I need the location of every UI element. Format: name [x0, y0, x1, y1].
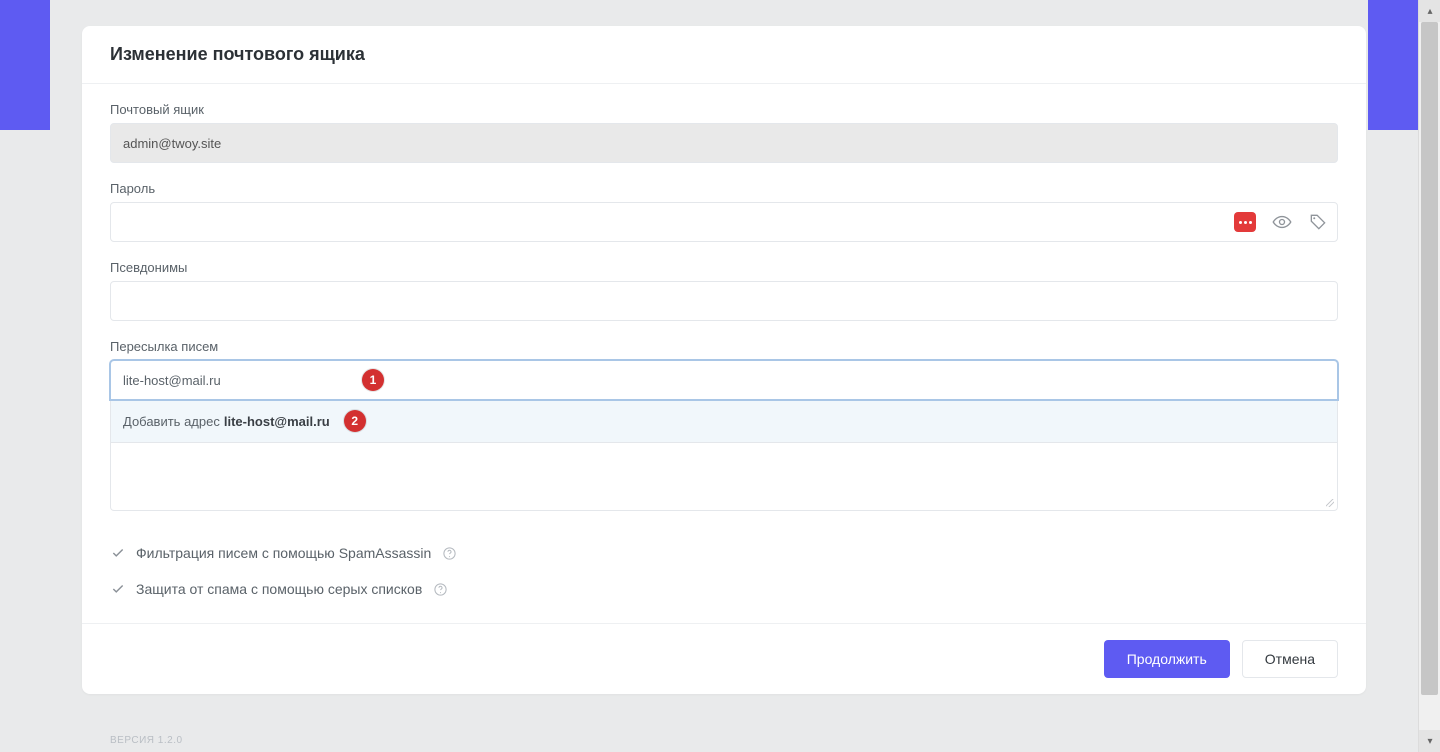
submit-button[interactable]: Продолжить — [1104, 640, 1230, 678]
mailbox-label: Почтовый ящик — [110, 102, 1338, 117]
annotation-badge-2: 2 — [344, 410, 366, 432]
card-header: Изменение почтового ящика — [82, 26, 1366, 84]
vertical-scrollbar[interactable]: ▴ ▾ — [1418, 0, 1440, 752]
actions-bar: Продолжить Отмена — [82, 623, 1366, 694]
password-label: Пароль — [110, 181, 1338, 196]
mailbox-value: admin@twoy.site — [110, 123, 1338, 163]
scrollbar-track[interactable] — [1419, 22, 1440, 730]
tag-icon[interactable] — [1308, 212, 1328, 232]
forward-textarea[interactable] — [110, 443, 1338, 511]
annotation-badge-1: 1 — [362, 369, 384, 391]
help-icon[interactable] — [432, 581, 448, 597]
checkbox-greylist[interactable] — [110, 581, 126, 597]
aliases-input[interactable] — [110, 281, 1338, 321]
accent-left-strip — [0, 0, 50, 130]
password-visibility-icon[interactable] — [1272, 212, 1292, 232]
check-spamassassin-label: Фильтрация писем с помощью SpamAssassin — [136, 545, 431, 561]
checkbox-spamassassin[interactable] — [110, 545, 126, 561]
check-spamassassin-row: Фильтрация писем с помощью SpamAssassin — [110, 535, 1338, 571]
check-greylist-row: Защита от спама с помощью серых списков — [110, 571, 1338, 607]
scrollbar-up-arrow-icon[interactable]: ▴ — [1419, 0, 1440, 22]
cancel-button[interactable]: Отмена — [1242, 640, 1338, 678]
check-greylist-label: Защита от спама с помощью серых списков — [136, 581, 422, 597]
edit-mailbox-card: Изменение почтового ящика Почтовый ящик … — [82, 26, 1366, 694]
forward-suggest-prefix: Добавить адрес — [123, 414, 220, 429]
field-mailbox: Почтовый ящик admin@twoy.site — [110, 102, 1338, 163]
mailbox-value-text: admin@twoy.site — [123, 136, 221, 151]
password-generate-icon[interactable] — [1234, 212, 1256, 232]
help-icon[interactable] — [441, 545, 457, 561]
forward-suggest-address: lite-host@mail.ru — [224, 414, 330, 429]
forward-input[interactable] — [110, 360, 1338, 400]
password-input[interactable] — [110, 202, 1338, 242]
scrollbar-thumb[interactable] — [1421, 22, 1438, 695]
forward-label: Пересылка писем — [110, 339, 1338, 354]
field-forward: Пересылка писем 1 Добавить адрес lite-ho… — [110, 339, 1338, 511]
page-title: Изменение почтового ящика — [110, 44, 1338, 65]
field-password: Пароль — [110, 181, 1338, 242]
field-aliases: Псевдонимы — [110, 260, 1338, 321]
forward-suggest-item[interactable]: Добавить адрес lite-host@mail.ru 2 — [110, 400, 1338, 443]
aliases-label: Псевдонимы — [110, 260, 1338, 275]
scrollbar-down-arrow-icon[interactable]: ▾ — [1419, 730, 1440, 752]
footer-version: ВЕРСИЯ 1.2.0 — [110, 735, 183, 746]
